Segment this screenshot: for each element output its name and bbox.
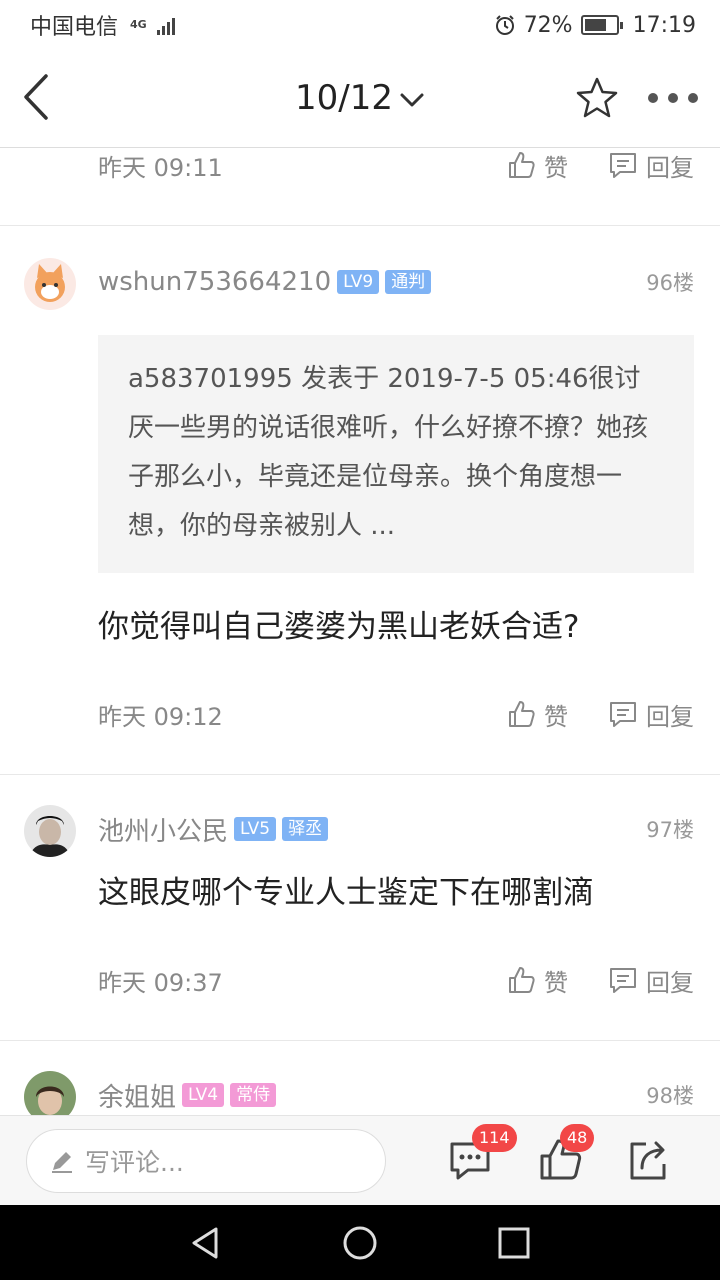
reply-list: 昨天 09:11 赞 回复 wshun753664210 LV9 通判 96楼 … [0, 149, 720, 1115]
battery-icon [580, 15, 623, 35]
signal-icon [156, 15, 175, 35]
reply-content: 你觉得叫自己婆婆为黑山老妖合适? [98, 609, 580, 645]
system-navigation-bar [0, 1205, 720, 1280]
reply-meta-row: 昨天 09:37 赞 回复 [98, 960, 694, 1000]
level-badge: LV4 [182, 1083, 225, 1107]
clock: 17:19 [632, 12, 696, 38]
share-icon [630, 1141, 666, 1180]
share-button[interactable] [624, 1136, 672, 1184]
reply-meta-row: 昨天 09:12 赞 回复 [98, 694, 694, 734]
avatar[interactable] [24, 258, 76, 310]
nav-back-triangle-icon[interactable] [188, 1225, 224, 1261]
nav-recents-square-icon[interactable] [496, 1225, 532, 1261]
post-time: 昨天 09:11 [98, 153, 223, 182]
top-nav-bar: 10/12 [0, 50, 720, 148]
reply-meta-row: 昨天 09:11 赞 回复 [98, 149, 694, 185]
battery-percent: 72% [523, 12, 573, 38]
level-badge: LV5 [234, 817, 277, 841]
floor-number: 98楼 [646, 1084, 694, 1108]
thumbs-up-icon [509, 701, 535, 727]
like-button[interactable]: 赞 [506, 697, 568, 732]
post-time: 昨天 09:12 [98, 702, 223, 731]
user-row: wshun753664210 LV9 通判 96楼 [98, 264, 694, 300]
title-badge: 通判 [385, 270, 432, 294]
title-badge: 驿丞 [282, 817, 329, 841]
comments-button[interactable]: 114 [446, 1124, 517, 1184]
reply-button[interactable]: 回复 [608, 149, 694, 183]
comment-bubble-icon [610, 702, 636, 727]
floor-number: 96楼 [646, 271, 694, 295]
like-button[interactable]: 赞 [506, 149, 568, 183]
more-options-icon[interactable] [648, 90, 698, 106]
floor-number: 97楼 [646, 818, 694, 842]
quoted-post[interactable]: a583701995 发表于 2019-7-5 05:46很讨厌一些男的说话很难… [98, 335, 694, 573]
username[interactable]: 池州小公民 [98, 811, 228, 848]
divider [0, 1040, 720, 1041]
like-post-button[interactable]: 48 [536, 1124, 595, 1184]
reply-button[interactable]: 回复 [608, 697, 694, 732]
user-row: 池州小公民 LV5 驿丞 97楼 [98, 811, 694, 847]
comment-bubble-icon [610, 153, 636, 178]
like-button[interactable]: 赞 [506, 963, 568, 998]
title-badge: 常侍 [230, 1083, 277, 1107]
username[interactable]: wshun753664210 [98, 267, 331, 297]
avatar[interactable] [24, 1071, 76, 1115]
comment-count-badge: 114 [472, 1124, 517, 1152]
avatar[interactable] [24, 805, 76, 857]
thumbs-up-icon [509, 152, 535, 178]
post-time: 昨天 09:37 [98, 968, 223, 997]
comment-bar: 写评论... 114 48 [0, 1115, 720, 1205]
nav-home-circle-icon[interactable] [342, 1225, 378, 1261]
user-row: 余姐姐 LV4 常侍 98楼 [98, 1077, 694, 1113]
username[interactable]: 余姐姐 [98, 1077, 176, 1114]
comment-bubble-icon [610, 968, 636, 993]
pencil-icon [52, 1152, 72, 1173]
level-badge: LV9 [337, 270, 380, 294]
thumbs-up-icon [509, 967, 535, 993]
reply-button[interactable]: 回复 [608, 963, 694, 998]
comment-input[interactable]: 写评论... [26, 1129, 386, 1193]
status-bar: 中国电信 4G 72% 17:19 [0, 0, 720, 50]
divider [0, 774, 720, 775]
favorite-star-icon[interactable] [574, 76, 620, 120]
alarm-icon [495, 15, 514, 35]
carrier-label: 中国电信 [30, 15, 119, 40]
network-type: 4G [130, 18, 147, 31]
page-indicator: 10/12 [295, 78, 393, 118]
divider [0, 225, 720, 226]
chevron-down-icon [400, 93, 424, 106]
comment-placeholder: 写评论... [85, 1148, 184, 1177]
reply-content: 这眼皮哪个专业人士鉴定下在哪割滴 [98, 875, 594, 911]
like-count-badge: 48 [560, 1124, 595, 1152]
